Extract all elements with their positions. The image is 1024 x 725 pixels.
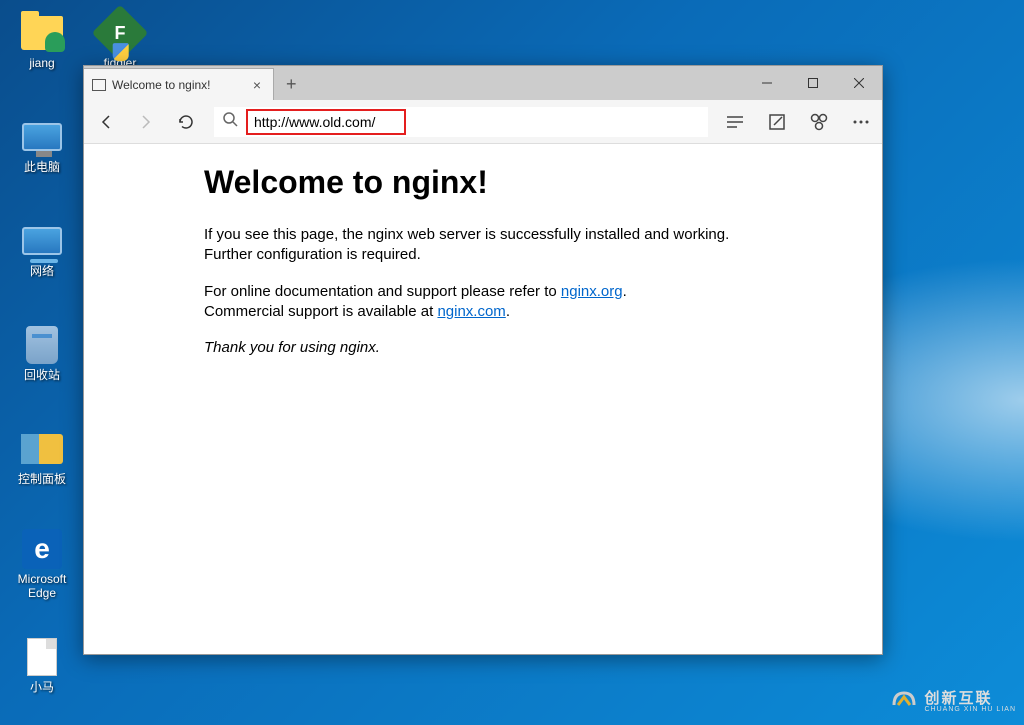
page-content: Welcome to nginx! If you see this page, … (84, 144, 882, 654)
window-controls (744, 66, 882, 100)
url-input[interactable] (246, 109, 406, 135)
desktop-icon-control-panel[interactable]: 控制面板 (8, 428, 76, 486)
address-bar[interactable] (214, 107, 708, 137)
page-paragraph-1: If you see this page, the nginx web serv… (204, 225, 762, 266)
page-heading: Welcome to nginx! (204, 164, 762, 201)
new-tab-button[interactable]: + (274, 68, 309, 100)
page-thanks: Thank you for using nginx. (204, 338, 762, 358)
tab-bar: Welcome to nginx! × + (84, 66, 882, 100)
edge-browser-window: Welcome to nginx! × + (83, 65, 883, 655)
watermark: 创新互联 CHUANG XIN HU LIAN (890, 685, 1016, 719)
desktop-icon-this-pc[interactable]: 此电脑 (8, 116, 76, 174)
control-panel-icon (21, 428, 63, 470)
page-paragraph-2: For online documentation and support ple… (204, 282, 762, 323)
search-icon (222, 111, 238, 132)
desktop-icon-edge[interactable]: e Microsoft Edge (8, 528, 76, 601)
notes-icon[interactable] (766, 111, 788, 133)
browser-toolbar (84, 100, 882, 144)
minimize-button[interactable] (744, 66, 790, 100)
back-button[interactable] (94, 110, 118, 134)
desktop-icon-label: 控制面板 (18, 472, 66, 486)
close-button[interactable] (836, 66, 882, 100)
recycle-bin-icon (21, 324, 63, 366)
desktop-icon-label: 网络 (30, 264, 54, 278)
desktop-icon-xiaoma[interactable]: 小马 (8, 636, 76, 694)
more-icon[interactable] (850, 111, 872, 133)
share-icon[interactable] (808, 111, 830, 133)
tab-close-icon[interactable]: × (249, 77, 265, 93)
tab-title: Welcome to nginx! (112, 78, 243, 92)
desktop-icon-label: jiang (29, 56, 54, 70)
desktop-icon-network[interactable]: 网络 (8, 220, 76, 278)
watermark-logo-icon (890, 685, 918, 719)
refresh-button[interactable] (174, 110, 198, 134)
desktop-icon-recycle-bin[interactable]: 回收站 (8, 324, 76, 382)
toolbar-right (724, 111, 872, 133)
desktop-icon-label: 小马 (30, 680, 54, 694)
nginx-com-link[interactable]: nginx.com (437, 303, 505, 320)
maximize-button[interactable] (790, 66, 836, 100)
folder-user-icon (21, 12, 63, 54)
file-icon (21, 636, 63, 678)
forward-button[interactable] (134, 110, 158, 134)
page-icon (92, 79, 106, 91)
desktop-icon-label: 回收站 (24, 368, 60, 382)
watermark-cn-text: 创新互联 (924, 691, 1016, 706)
watermark-en-text: CHUANG XIN HU LIAN (924, 706, 1016, 713)
edge-icon: e (21, 528, 63, 570)
reading-view-icon[interactable] (724, 111, 746, 133)
desktop-icon-jiang[interactable]: jiang (8, 12, 76, 70)
pc-icon (21, 116, 63, 158)
network-icon (21, 220, 63, 262)
desktop-icon-label: 此电脑 (24, 160, 60, 174)
nginx-org-link[interactable]: nginx.org (561, 283, 623, 300)
fiddler-icon: F (99, 12, 141, 54)
desktop-icon-label: Microsoft Edge (8, 572, 76, 601)
desktop-icon-fiddler[interactable]: F fiddler (86, 12, 154, 70)
tab-active[interactable]: Welcome to nginx! × (84, 68, 274, 100)
